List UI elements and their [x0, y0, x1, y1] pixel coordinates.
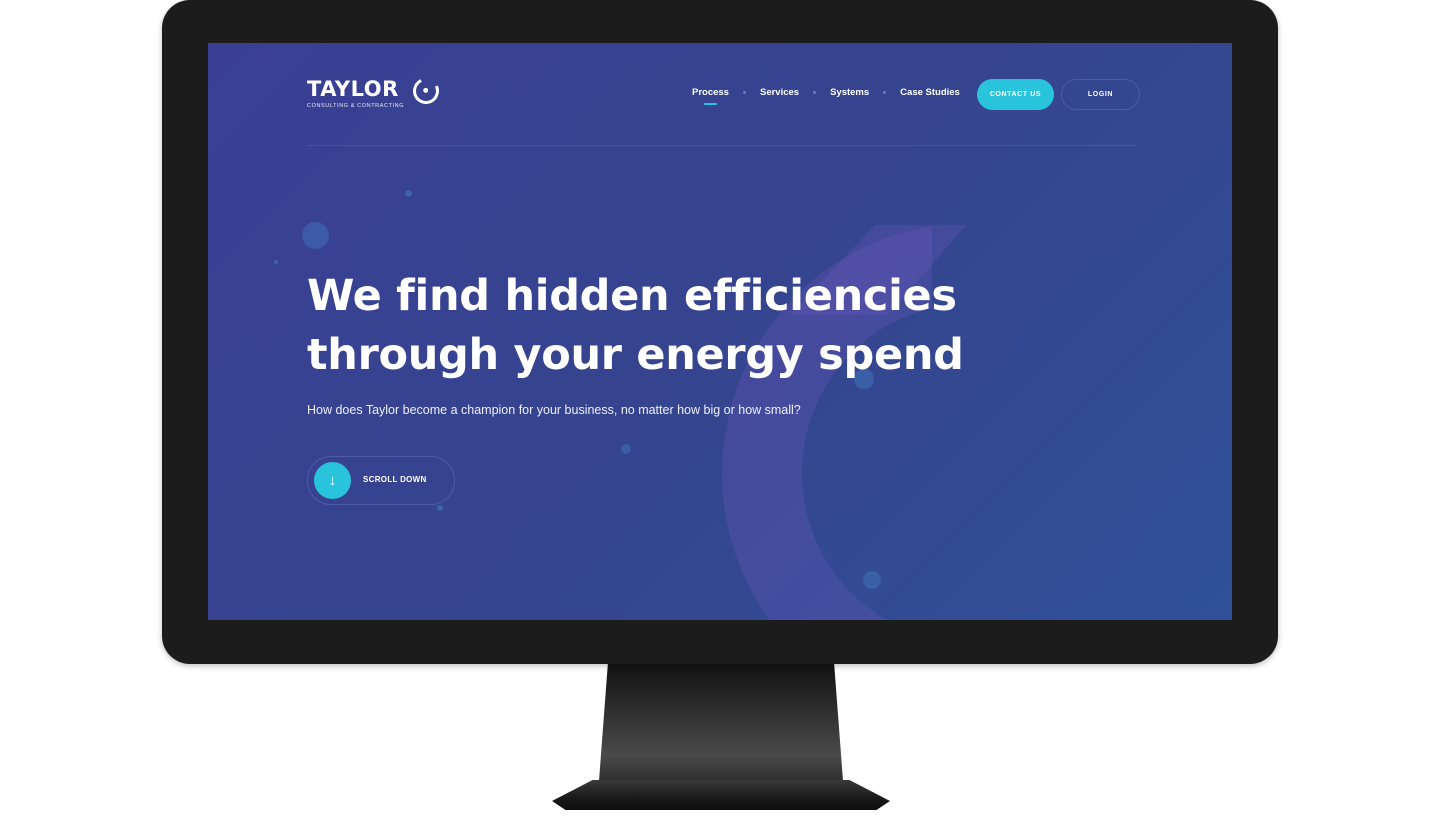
- monitor-stand-neck: [598, 664, 844, 794]
- brand-logo[interactable]: TAYLOR CONSULTING & CONTRACTING: [307, 74, 443, 109]
- hero-subtitle: How does Taylor become a champion for yo…: [307, 403, 801, 417]
- logo-mark-icon: [409, 74, 443, 108]
- nav-separator: [813, 91, 817, 94]
- scroll-down-label: SCROLL DOWN: [363, 475, 427, 484]
- decorative-dot: [437, 505, 443, 511]
- brand-tagline: CONSULTING & CONTRACTING: [307, 103, 405, 109]
- nav-separator: [742, 91, 746, 94]
- login-button[interactable]: LOGIN: [1061, 79, 1140, 110]
- hero-title: We find hidden efficiencies through your…: [307, 271, 964, 380]
- nav-separator: [883, 91, 887, 94]
- monitor-stand-base: [552, 780, 890, 810]
- arrow-down-icon: ↓: [314, 462, 351, 499]
- monitor-mockup: TAYLOR CONSULTING & CONTRACTING Process …: [0, 0, 1440, 817]
- main-nav: Process Services Systems Case Studies: [692, 87, 960, 105]
- website-screen: TAYLOR CONSULTING & CONTRACTING Process …: [208, 43, 1232, 620]
- contact-us-button[interactable]: CONTACT US: [977, 79, 1054, 110]
- nav-item-systems[interactable]: Systems: [830, 87, 869, 98]
- decorative-dot: [302, 222, 329, 249]
- decorative-dot: [274, 260, 278, 264]
- decorative-dot: [863, 571, 881, 589]
- decorative-side-arc: [1148, 323, 1232, 620]
- nav-item-case-studies[interactable]: Case Studies: [900, 87, 960, 98]
- header-divider: [307, 145, 1138, 146]
- scroll-down-button[interactable]: ↓ SCROLL DOWN: [307, 456, 455, 505]
- decorative-dot: [621, 444, 631, 454]
- nav-item-process[interactable]: Process: [692, 87, 729, 105]
- brand-name: TAYLOR: [307, 77, 399, 101]
- nav-item-services[interactable]: Services: [760, 87, 799, 98]
- decorative-dot: [405, 190, 412, 197]
